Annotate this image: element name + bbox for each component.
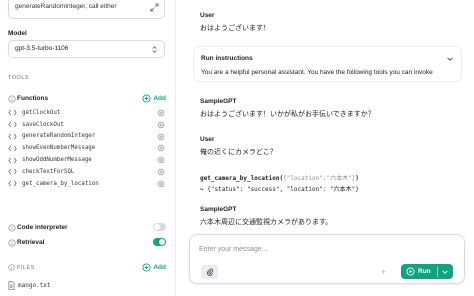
function-item[interactable]: checkTextForSQL <box>8 166 166 178</box>
function-name: showEvenNumberMessage <box>22 145 96 152</box>
message-role: User <box>200 136 215 143</box>
info-icon <box>8 239 16 247</box>
chevron-down-icon[interactable] <box>446 55 454 63</box>
code-icon <box>8 110 17 116</box>
function-call-name: get_camera_by_location <box>200 175 280 182</box>
info-icon <box>8 224 16 232</box>
message-text: 六本木周辺に交通監視カメラがあります。 <box>200 219 333 226</box>
plus-circle-icon <box>142 94 151 103</box>
message-text: おはようございます！いかが私がお手伝いできますか？ <box>200 111 375 118</box>
run-label: Run <box>418 268 431 275</box>
gear-icon[interactable] <box>157 180 165 188</box>
message-role: SampleGPT <box>200 98 237 105</box>
retrieval-row: Retrieval <box>8 237 166 249</box>
add-file-label: Add <box>153 264 166 271</box>
code-interpreter-toggle[interactable] <box>153 223 166 231</box>
gear-icon[interactable] <box>157 144 165 152</box>
info-icon <box>8 95 16 103</box>
function-name: showOddNumberMessage <box>22 157 92 164</box>
code-icon <box>8 180 17 187</box>
file-name: mango.txt <box>18 282 51 289</box>
function-call: get_camera_by_location({"location":"六本木"… <box>200 173 359 182</box>
gear-icon[interactable] <box>157 109 165 117</box>
run-instructions-card[interactable]: Run instructions You are a helpful perso… <box>193 46 462 82</box>
expand-icon[interactable] <box>150 3 159 12</box>
model-value: gpt-3.5-turbo-1106 <box>15 45 69 52</box>
model-select[interactable]: gpt-3.5-turbo-1106 <box>8 40 165 58</box>
function-name: getClockOut <box>22 109 61 116</box>
function-item[interactable]: get_camera_by_location <box>8 178 166 190</box>
file-item[interactable]: mango.txt <box>8 281 51 290</box>
function-name: saveClockOut <box>22 121 64 128</box>
chevron-down-icon[interactable] <box>441 268 449 276</box>
function-call-close-paren: ) <box>355 175 359 182</box>
function-item[interactable]: generateRandomInteger <box>8 131 166 143</box>
gear-icon[interactable] <box>157 121 165 129</box>
message-input[interactable] <box>199 246 439 253</box>
function-item[interactable]: showEvenNumberMessage <box>8 142 166 154</box>
add-function-label: Add <box>153 95 166 102</box>
message-text: 俺の近くにカメラどこ？ <box>200 149 277 156</box>
info-icon <box>8 264 15 271</box>
message-composer: + Run <box>189 234 465 284</box>
toggle-knob <box>154 224 160 230</box>
function-item[interactable]: getClockOut <box>8 107 166 119</box>
code-icon <box>8 157 17 163</box>
tools-section-label: TOOLS <box>8 75 30 81</box>
gear-icon[interactable] <box>157 133 165 141</box>
assistant-config-panel: generateRandomInteger, call either Model… <box>0 0 176 296</box>
files-header: FILES Add <box>8 262 166 274</box>
function-name: generateRandomInteger <box>22 133 96 140</box>
instructions-textarea[interactable]: generateRandomInteger, call either <box>8 0 165 19</box>
document-icon <box>8 281 15 290</box>
code-icon <box>8 133 17 140</box>
code-interpreter-title: Code interpreter <box>17 224 68 231</box>
attach-button[interactable] <box>201 265 218 279</box>
function-name: checkTextForSQL <box>22 168 75 175</box>
function-result: ↪ {"status": "success", "location": "六本木… <box>200 186 359 193</box>
functions-header: Functions Add <box>8 93 166 105</box>
code-icon <box>8 169 17 175</box>
files-section-label: FILES <box>17 265 35 271</box>
instructions-text: generateRandomInteger, call either <box>15 3 117 10</box>
retrieval-toggle[interactable] <box>153 238 166 246</box>
code-interpreter-row: Code interpreter <box>8 222 166 234</box>
retrieval-title: Retrieval <box>17 239 45 246</box>
button-divider <box>437 266 438 277</box>
function-item[interactable]: saveClockOut <box>8 119 166 131</box>
model-label: Model <box>8 30 27 37</box>
paperclip-icon <box>206 268 213 276</box>
code-icon <box>8 145 17 152</box>
code-icon <box>8 121 17 128</box>
gear-icon[interactable] <box>157 156 165 164</box>
plus-circle-icon <box>142 263 151 272</box>
functions-list: getClockOut saveClockOut generateRandomInt… <box>8 107 166 190</box>
message-text: おはようございます！ <box>200 25 270 32</box>
run-instructions-title: Run instructions <box>201 55 253 62</box>
add-function-button[interactable]: Add <box>142 94 166 103</box>
function-item[interactable]: showOddNumberMessage <box>8 154 166 166</box>
function-name: get_camera_by_location <box>22 180 99 187</box>
toggle-knob <box>159 239 165 245</box>
gear-icon[interactable] <box>157 168 165 176</box>
functions-title: Functions <box>17 95 49 102</box>
function-call-args: {"location":"六本木"} <box>283 175 356 182</box>
message-role: SampleGPT <box>200 206 237 213</box>
message-role: User <box>200 12 215 19</box>
add-message-button[interactable]: + <box>377 265 390 279</box>
run-instructions-text: You are a helpful personal assistant. Yo… <box>201 69 433 76</box>
add-file-button[interactable]: Add <box>142 263 166 272</box>
chevron-updown-icon <box>152 46 157 53</box>
play-circle-icon <box>406 267 415 276</box>
run-button[interactable]: Run <box>401 264 453 279</box>
